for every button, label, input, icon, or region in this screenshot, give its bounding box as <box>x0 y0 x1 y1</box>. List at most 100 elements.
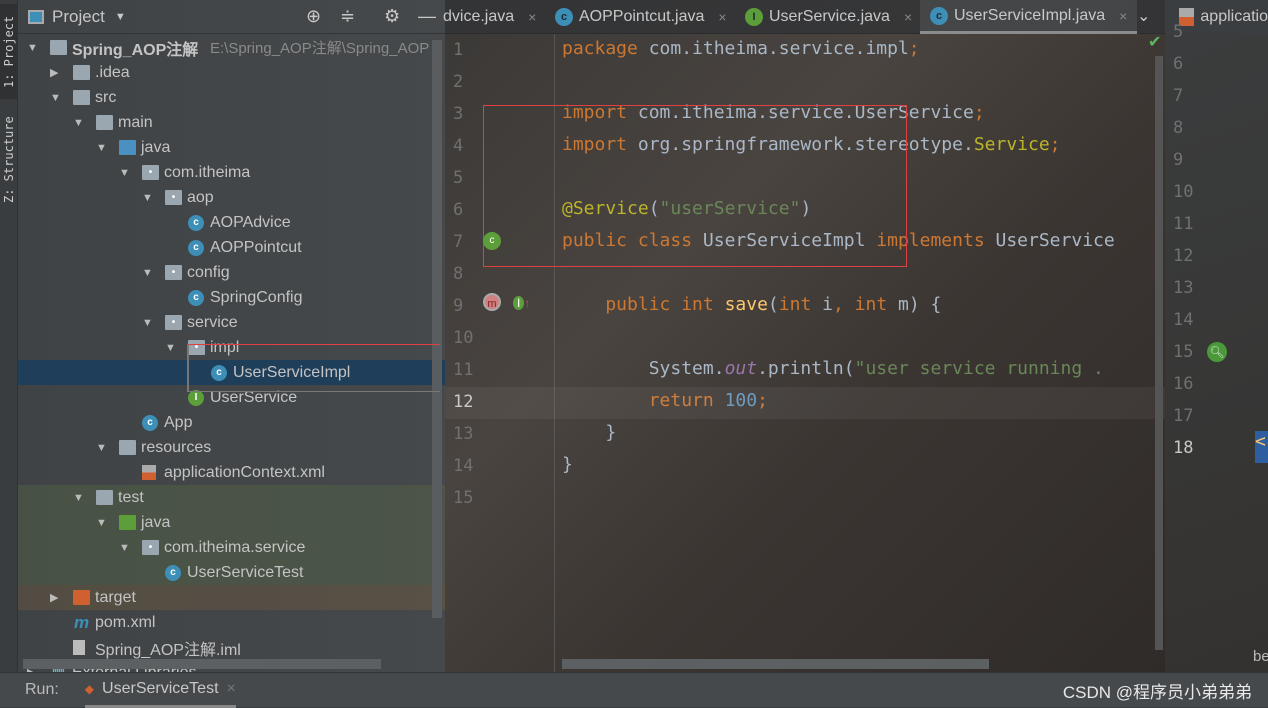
editor[interactable]: dvice.java × c AOPPointcut.java × I UserServic… <box>443 0 1165 672</box>
tree-item[interactable]: ▶ target <box>18 585 445 610</box>
tree-item[interactable]: ▼ Spring_AOP注解 E:\Spring_AOP注解\Spring_AOP <box>18 35 445 60</box>
maven-icon: m <box>73 612 90 632</box>
tab-overflow-chevron-icon[interactable]: ⌄ <box>1137 6 1150 26</box>
tree-item[interactable]: ▼ main <box>18 110 445 135</box>
editor-tab[interactable]: c AOPPointcut.java × <box>545 0 737 34</box>
project-path: E:\Spring_AOP注解\Spring_AOP <box>210 40 430 57</box>
code-token: } <box>562 422 617 443</box>
code-token: ; <box>908 38 920 59</box>
line-number: 5 <box>1173 22 1184 42</box>
collapse-all-icon[interactable]: ≑ <box>340 6 355 27</box>
expanded-arrow-icon[interactable]: ▼ <box>73 117 84 129</box>
project-panel: Project ▼ ⊕ ≑ ⚙ — ▼ Spring_AOP注解 E:\Spring… <box>18 0 445 681</box>
code-token: int <box>778 294 823 315</box>
tree-item[interactable]: ▼ resources <box>18 435 445 460</box>
tree-item[interactable]: ▶ .idea <box>18 60 445 85</box>
expanded-arrow-icon[interactable]: ▼ <box>96 517 107 529</box>
implements-method-icon[interactable]: I ↑ <box>513 296 530 310</box>
gear-icon[interactable]: ⚙ <box>384 6 400 27</box>
tree-item[interactable]: c UserServiceTest <box>18 560 445 585</box>
editor-tab-label: AOPPointcut.java <box>579 8 705 25</box>
expanded-arrow-icon[interactable]: ▼ <box>142 317 153 329</box>
collapsed-arrow-icon[interactable]: ▶ <box>50 66 58 79</box>
tree-item[interactable]: c SpringConfig <box>18 285 445 310</box>
code-token: ( <box>767 294 779 315</box>
folder-icon <box>96 490 113 505</box>
tree-item[interactable]: ▼ java <box>18 510 445 535</box>
run-bar: Run: ◆ UserServiceTest × CSDN @程序员小弟弟弟 <box>0 672 1268 708</box>
project-view-selector[interactable]: Project <box>52 7 105 27</box>
close-icon[interactable]: × <box>528 9 536 25</box>
line-number: 15 <box>1173 342 1194 362</box>
method-aop-gutter-icon[interactable]: m <box>483 293 501 311</box>
chevron-down-icon[interactable]: ▼ <box>115 11 126 23</box>
folder-icon <box>96 115 113 130</box>
tree-horizontal-scrollbar[interactable] <box>23 659 381 669</box>
locate-icon[interactable]: ⊕ <box>306 6 321 27</box>
editor-tab[interactable]: c UserServiceImpl.java × <box>920 0 1138 34</box>
spring-bean-gutter-icon[interactable]: 🔍︎ <box>1207 342 1227 362</box>
structure-tool-tab[interactable]: Z: Structure <box>0 110 18 210</box>
split-editor[interactable]: applicatio 5 6 7 8 9 10 11 12 13 14 15 16 17 18 🔍︎ < … <box>1165 0 1268 672</box>
tree-item[interactable]: ▼ test <box>18 485 445 510</box>
tree-item[interactable]: ▼ • com.itheima <box>18 160 445 185</box>
package-icon: • <box>165 265 182 280</box>
editor-horizontal-scrollbar[interactable] <box>562 659 989 669</box>
package-icon: • <box>165 315 182 330</box>
tree-item[interactable]: applicationContext.xml <box>18 460 445 485</box>
tree-item-label: com.itheima.service <box>164 538 306 556</box>
tree-item-label: AOPAdvice <box>210 213 291 231</box>
expanded-arrow-icon[interactable]: ▼ <box>96 142 107 154</box>
tree-vertical-scrollbar[interactable] <box>432 40 442 618</box>
tree-item[interactable]: ▼ • aop <box>18 185 445 210</box>
editor-tab-label: UserService.java <box>769 8 890 25</box>
editor-tab[interactable]: dvice.java × <box>433 0 546 34</box>
expanded-arrow-icon[interactable]: ▼ <box>165 342 176 354</box>
editor-tab-label: dvice.java <box>443 8 515 25</box>
split-tag-fragment: < <box>1255 431 1268 463</box>
tree-item[interactable]: ▼ src <box>18 85 445 110</box>
class-bean-gutter-icon[interactable]: c <box>483 232 501 250</box>
split-bottom-fragment: be <box>1253 648 1268 665</box>
selection-highlight-line <box>187 344 440 392</box>
expanded-arrow-icon[interactable]: ▼ <box>142 192 153 204</box>
tree-item[interactable]: ▼ • service <box>18 310 445 335</box>
editor-vertical-scrollbar[interactable] <box>1155 56 1163 650</box>
expanded-arrow-icon[interactable]: ▼ <box>50 92 61 104</box>
inspection-ok-icon[interactable]: ✔ <box>1148 32 1161 52</box>
close-icon[interactable]: × <box>227 680 236 698</box>
line-number: 6 <box>453 200 464 220</box>
line-number: 9 <box>1173 150 1184 170</box>
close-icon[interactable]: × <box>718 9 726 25</box>
class-icon: c <box>165 564 181 581</box>
line-number: 16 <box>1173 374 1194 394</box>
line-number: 13 <box>1173 278 1194 298</box>
collapsed-arrow-icon[interactable]: ▶ <box>50 591 58 604</box>
tree-item-label: Spring_AOP注解 <box>72 41 199 59</box>
code-token: UserService <box>995 230 1115 251</box>
project-tool-tab[interactable]: 1: Project <box>0 4 18 99</box>
expanded-arrow-icon[interactable]: ▼ <box>96 442 107 454</box>
tree-item[interactable]: c App <box>18 410 445 435</box>
tree-item[interactable]: ▼ • config <box>18 260 445 285</box>
editor-tab[interactable]: I UserService.java × <box>735 0 922 34</box>
line-number: 8 <box>453 264 464 284</box>
tree-item[interactable]: ▼ • com.itheima.service <box>18 535 445 560</box>
code-token: com.itheima.service.impl <box>648 38 909 59</box>
tree-item[interactable]: c AOPPointcut <box>18 235 445 260</box>
expanded-arrow-icon[interactable]: ▼ <box>119 542 130 554</box>
tree-item[interactable]: m pom.xml <box>18 610 445 635</box>
close-icon[interactable]: × <box>904 9 912 25</box>
expanded-arrow-icon[interactable]: ▼ <box>73 492 84 504</box>
tree-item[interactable]: ▼ java <box>18 135 445 160</box>
class-icon: c <box>555 8 573 26</box>
expanded-arrow-icon[interactable]: ▼ <box>27 42 38 54</box>
expanded-arrow-icon[interactable]: ▼ <box>142 267 153 279</box>
close-icon[interactable]: × <box>1119 8 1127 24</box>
run-tab[interactable]: ◆ UserServiceTest × <box>84 673 236 708</box>
tree-item[interactable]: Spring_AOP注解.iml <box>18 635 445 660</box>
class-icon: c <box>930 6 948 25</box>
tree-item-label: pom.xml <box>95 613 156 631</box>
tree-item[interactable]: c AOPAdvice <box>18 210 445 235</box>
expanded-arrow-icon[interactable]: ▼ <box>119 167 130 179</box>
